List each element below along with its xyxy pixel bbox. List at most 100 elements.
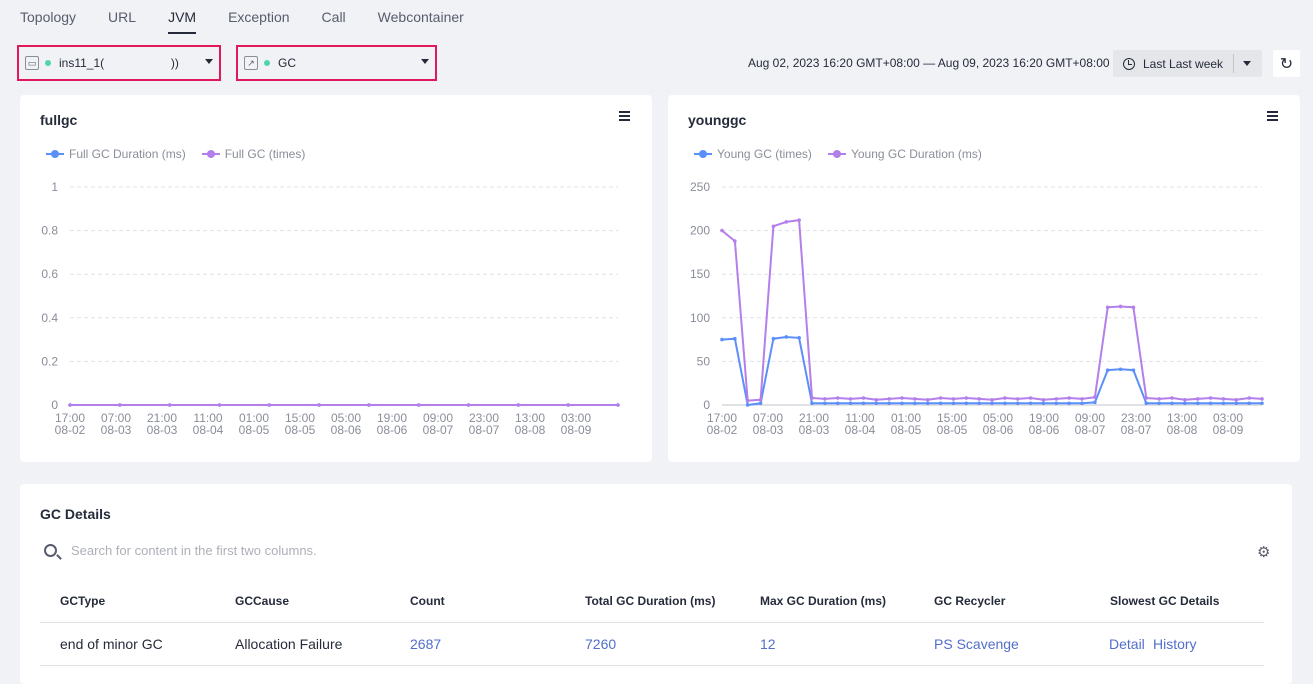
x-tick-label: 08-09 [1213, 423, 1244, 437]
younggc-chart-card: younggc Young GC (times) Young GC Durati… [668, 95, 1300, 462]
y-tick-label: 0 [703, 398, 710, 412]
search-box[interactable]: Search for content in the first two colu… [44, 543, 317, 558]
history-link[interactable]: History [1153, 636, 1197, 652]
data-point [1054, 397, 1059, 401]
data-point [887, 401, 891, 406]
data-point [797, 336, 801, 340]
metric-select[interactable]: ↗ GC [244, 51, 429, 75]
data-point [317, 403, 321, 407]
x-tick-label: 08-07 [1075, 423, 1106, 437]
x-tick-label: 08-06 [331, 423, 362, 437]
gccause-cell: Allocation Failure [235, 636, 343, 652]
data-point [217, 403, 222, 407]
data-point [1247, 401, 1251, 406]
data-point [1208, 396, 1213, 400]
x-tick-label: 08-02 [707, 423, 738, 437]
data-point [771, 336, 776, 341]
data-point [1131, 368, 1136, 372]
x-tick-label: 08-08 [515, 423, 546, 437]
data-point [616, 403, 620, 407]
column-header[interactable]: GCCause [235, 594, 289, 608]
gear-icon[interactable]: ⚙ [1257, 543, 1270, 561]
data-point [977, 401, 981, 406]
tab-url[interactable]: URL [108, 0, 136, 36]
tab-webcontainer[interactable]: Webcontainer [378, 0, 464, 36]
data-point [1028, 401, 1033, 406]
data-point [990, 401, 994, 406]
x-tick-label: 08-03 [147, 423, 178, 437]
search-icon [44, 544, 57, 557]
data-point [1247, 396, 1251, 400]
data-point [745, 403, 750, 407]
data-point [1067, 401, 1071, 406]
count-link[interactable]: 2687 [410, 636, 441, 652]
tab-topology[interactable]: Topology [20, 0, 76, 36]
data-point [1234, 401, 1239, 406]
column-header[interactable]: Total GC Duration (ms) [585, 594, 715, 608]
data-point [1080, 397, 1084, 401]
status-dot [45, 60, 51, 66]
data-point [367, 403, 371, 407]
data-point [848, 397, 853, 401]
x-tick-label: 08-05 [937, 423, 968, 437]
data-point [1118, 367, 1123, 372]
data-point [566, 403, 570, 407]
y-tick-label: 0.6 [41, 267, 58, 281]
refresh-button[interactable]: ↻ [1273, 50, 1300, 77]
search-input[interactable]: Search for content in the first two colu… [71, 543, 317, 558]
data-point [964, 396, 969, 400]
data-point [797, 218, 801, 222]
data-point [861, 401, 866, 406]
data-point [810, 396, 814, 400]
metric-select-value: GC [278, 56, 296, 70]
data-point [913, 401, 917, 406]
x-tick-label: 08-03 [753, 423, 784, 437]
chevron-down-icon [205, 59, 213, 64]
data-point [720, 228, 724, 233]
data-point [1157, 397, 1161, 401]
data-point [990, 397, 994, 402]
data-point [1234, 397, 1239, 402]
column-header[interactable]: Max GC Duration (ms) [760, 594, 886, 608]
data-point [167, 403, 172, 407]
tab-jvm[interactable]: JVM [168, 0, 197, 36]
y-tick-label: 200 [690, 224, 710, 238]
x-tick-label: 08-06 [377, 423, 408, 437]
data-point [1015, 397, 1020, 401]
x-tick-label: 08-08 [1167, 423, 1198, 437]
column-header[interactable]: GC Recycler [934, 594, 1005, 608]
column-header[interactable]: Count [410, 594, 445, 608]
data-point [733, 239, 737, 243]
data-point [1221, 401, 1226, 406]
data-point [1080, 401, 1084, 406]
x-tick-label: 08-07 [423, 423, 454, 437]
tab-call[interactable]: Call [322, 0, 346, 36]
x-tick-label: 08-07 [469, 423, 500, 437]
max-duration-link[interactable]: 12 [760, 636, 776, 652]
data-point [1144, 396, 1149, 400]
time-preset-label: Last Last week [1143, 56, 1224, 71]
column-header[interactable]: GCType [60, 594, 105, 608]
data-point [925, 397, 930, 402]
x-tick-label: 08-09 [561, 423, 592, 437]
data-point [823, 401, 827, 406]
column-header[interactable]: Slowest GC Details [1110, 594, 1219, 608]
tab-exception[interactable]: Exception [228, 0, 289, 36]
data-point [925, 401, 930, 406]
time-preset-select[interactable]: Last Last week [1113, 50, 1262, 77]
date-range-text: Aug 02, 2023 16:20 GMT+08:00 — Aug 09, 2… [748, 56, 1110, 70]
data-point [758, 397, 763, 402]
y-tick-label: 1 [51, 180, 58, 194]
data-point [1028, 396, 1033, 400]
data-point [1015, 401, 1020, 406]
data-point [1105, 368, 1110, 372]
data-point [784, 335, 789, 339]
instance-select[interactable]: ▭ ins11_1( )) [25, 51, 213, 75]
data-point [900, 401, 904, 406]
total-duration-link[interactable]: 7260 [585, 636, 616, 652]
data-point [913, 397, 917, 401]
table-header: GCType GCCause Count Total GC Duration (… [40, 580, 1264, 623]
y-tick-label: 50 [697, 354, 711, 368]
recycler-link[interactable]: PS Scavenge [934, 636, 1019, 652]
detail-link[interactable]: Detail [1109, 636, 1145, 652]
